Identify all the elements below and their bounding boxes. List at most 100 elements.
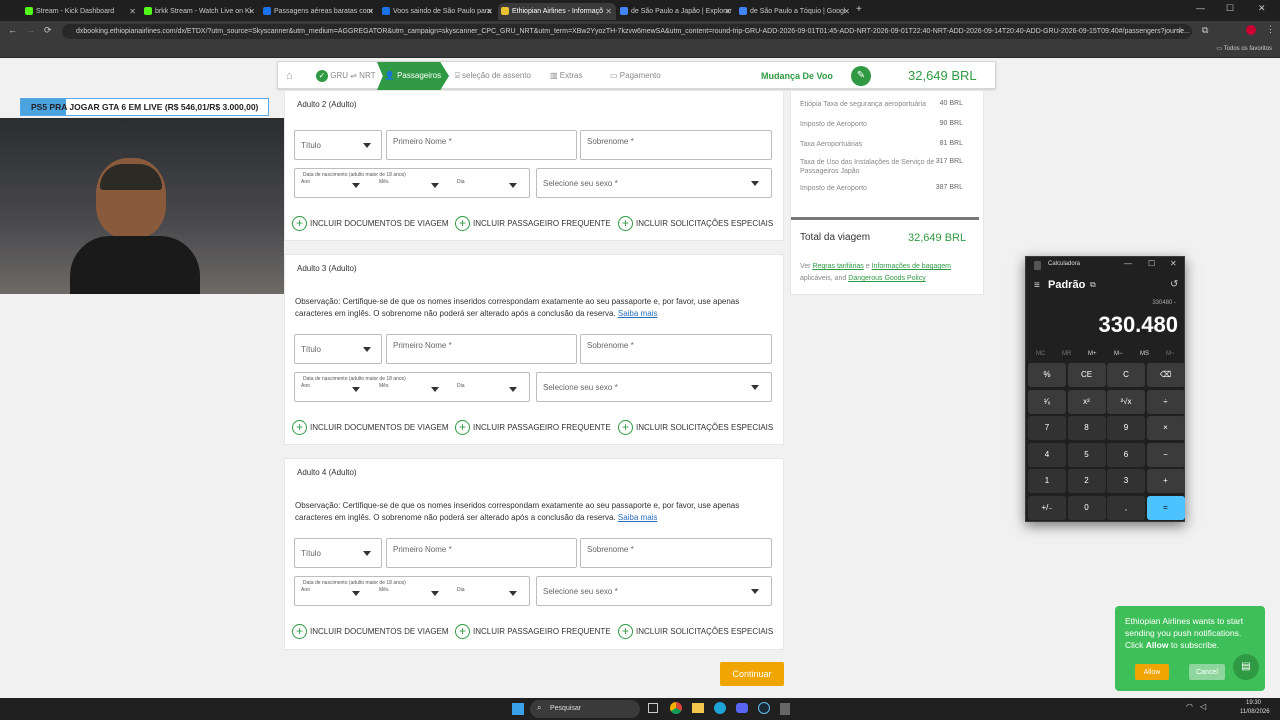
last-name-input[interactable]: Sobrenome * — [580, 538, 772, 568]
fare-rules-link[interactable]: Regras tarifárias — [812, 263, 863, 270]
memory-key[interactable]: MS — [1140, 351, 1149, 357]
add-travel-documents-link[interactable]: + INCLUIR DOCUMENTOS DE VIAGEM — [292, 420, 449, 436]
calculator-key[interactable]: ²√x — [1107, 389, 1145, 414]
tab-close-icon[interactable]: ✕ — [605, 3, 612, 20]
tab-close-icon[interactable]: ✕ — [843, 3, 850, 20]
tab-close-icon[interactable]: ✕ — [248, 3, 255, 20]
title-select[interactable]: Título — [294, 334, 382, 364]
calculator-key[interactable]: 9 — [1107, 416, 1145, 440]
steam-icon[interactable] — [758, 702, 770, 714]
calculator-key[interactable]: 6 — [1107, 442, 1145, 467]
last-name-input[interactable]: Sobrenome * — [580, 334, 772, 364]
url-input[interactable]: dxbooking.ethiopianairlines.com/dx/ETDX/… — [62, 24, 1192, 39]
browser-tab[interactable]: Passagens aéreas baratas com ✕ — [260, 3, 378, 20]
calc-close-icon[interactable]: ✕ — [1170, 259, 1177, 268]
year-select[interactable]: Ano — [301, 179, 310, 185]
first-name-input[interactable]: Primeiro Nome * — [386, 334, 577, 364]
minimize-window-icon[interactable]: — — [1196, 3, 1205, 13]
new-tab-button[interactable]: + — [856, 4, 862, 15]
month-select[interactable]: Mês — [379, 179, 388, 185]
calculator-key[interactable]: − — [1146, 442, 1185, 467]
browser-tab[interactable]: brkk Stream - Watch Live on Ki ✕ — [141, 3, 259, 20]
discord-icon[interactable] — [736, 703, 748, 713]
browser-menu-icon[interactable]: ⋮ — [1266, 24, 1275, 35]
calculator-key[interactable]: 4 — [1028, 442, 1066, 467]
learn-more-link[interactable]: Saiba mais — [618, 309, 658, 318]
add-travel-documents-link[interactable]: + INCLUIR DOCUMENTOS DE VIAGEM — [292, 624, 449, 640]
extensions-icon[interactable]: ⧉ — [1202, 25, 1208, 36]
add-special-requests-link[interactable]: + INCLUIR SOLICITAÇÕES ESPECIAIS — [618, 216, 773, 232]
calculator-key[interactable]: ÷ — [1146, 389, 1185, 414]
calculator-key[interactable]: ¹⁄ₓ — [1028, 389, 1066, 414]
chrome-icon[interactable] — [670, 702, 682, 714]
file-explorer-icon[interactable] — [692, 703, 704, 713]
calculator-key[interactable]: ⌫ — [1146, 363, 1185, 387]
calculator-key[interactable]: C — [1107, 363, 1145, 387]
tab-close-icon[interactable]: ✕ — [724, 3, 731, 20]
back-icon[interactable]: ← — [8, 25, 17, 35]
calc-maximize-icon[interactable]: ☐ — [1148, 259, 1155, 268]
tab-close-icon[interactable]: ✕ — [367, 3, 374, 20]
step-passengers[interactable]: 👤 Passageiros — [377, 62, 449, 90]
calculator-taskbar-icon[interactable] — [780, 703, 790, 715]
year-select[interactable]: Ano — [301, 587, 310, 593]
memory-key[interactable]: M~ — [1166, 351, 1175, 357]
close-window-icon[interactable]: ✕ — [1258, 3, 1266, 14]
day-select[interactable]: Dia — [457, 383, 465, 389]
step-seat[interactable]: ⌸ seleção de assento — [455, 62, 531, 90]
calculator-key[interactable]: 0 — [1067, 495, 1106, 520]
chat-bubble-icon[interactable]: ▤ — [1233, 654, 1259, 680]
edge-icon[interactable] — [714, 702, 726, 714]
memory-key[interactable]: M+ — [1088, 351, 1097, 357]
tab-close-icon[interactable]: ✕ — [486, 3, 493, 20]
calculator-key[interactable]: CE — [1067, 363, 1106, 387]
calculator-key[interactable]: = — [1146, 495, 1185, 520]
memory-key[interactable]: MR — [1062, 351, 1071, 357]
home-icon[interactable]: ⌂ — [286, 62, 293, 90]
baggage-info-link[interactable]: Informações de bagagem — [872, 263, 951, 270]
allow-button[interactable]: Allow — [1135, 664, 1169, 680]
step-route[interactable]: ✓ GRU ⇌ NRT — [316, 62, 375, 90]
start-icon[interactable] — [512, 703, 524, 715]
hamburger-menu-icon[interactable]: ≡ — [1034, 280, 1040, 291]
continue-button[interactable]: Continuar — [720, 662, 784, 686]
browser-tab[interactable]: de São Paulo a Japão | Explorar ✕ — [617, 3, 735, 20]
learn-more-link[interactable]: Saiba mais — [618, 513, 658, 522]
tab-close-icon[interactable]: ✕ — [129, 3, 136, 20]
calculator-key[interactable]: 5 — [1067, 442, 1106, 467]
calculator-key[interactable]: × — [1146, 416, 1185, 440]
gender-select[interactable]: Selecione seu sexo * — [536, 372, 772, 402]
gender-select[interactable]: Selecione seu sexo * — [536, 168, 772, 198]
day-select[interactable]: Dia — [457, 587, 465, 593]
memory-key[interactable]: MC — [1036, 351, 1045, 357]
calculator-key[interactable]: + — [1146, 469, 1185, 493]
add-special-requests-link[interactable]: + INCLUIR SOLICITAÇÕES ESPECIAIS — [618, 624, 773, 640]
all-bookmarks-link[interactable]: ▭ Todos os favoritos — [1216, 45, 1272, 52]
taskbar-search[interactable]: ⌕ Pesquisar — [530, 700, 640, 718]
title-select[interactable]: Título — [294, 130, 382, 160]
day-select[interactable]: Dia — [457, 179, 465, 185]
memory-key[interactable]: M− — [1114, 351, 1123, 357]
add-frequent-flyer-link[interactable]: + INCLUIR PASSAGEIRO FREQUENTE — [455, 216, 611, 232]
calculator-key[interactable]: 7 — [1028, 416, 1066, 440]
maximize-window-icon[interactable]: ☐ — [1226, 3, 1234, 14]
step-extras[interactable]: ▥ Extras — [550, 62, 582, 90]
last-name-input[interactable]: Sobrenome * — [580, 130, 772, 160]
bookmark-star-icon[interactable]: ☆ — [1176, 25, 1184, 36]
gender-select[interactable]: Selecione seu sexo * — [536, 576, 772, 606]
month-select[interactable]: Mês — [379, 587, 388, 593]
calculator-key[interactable]: 1 — [1028, 469, 1066, 493]
browser-tab[interactable]: Ethiopian Airlines - Informaçõ ✕ — [498, 3, 616, 20]
add-frequent-flyer-link[interactable]: + INCLUIR PASSAGEIRO FREQUENTE — [455, 420, 611, 436]
calculator-key[interactable]: 8 — [1067, 416, 1106, 440]
browser-tab[interactable]: Voos saindo de São Paulo para ✕ — [379, 3, 497, 20]
dangerous-goods-link[interactable]: Dangerous Goods Policy — [848, 275, 925, 282]
volume-icon[interactable]: ◁ — [1200, 702, 1206, 711]
cancel-button[interactable]: Cancel — [1189, 664, 1225, 680]
calculator-key[interactable]: 3 — [1107, 469, 1145, 493]
edit-pencil-icon[interactable]: ✎ — [851, 66, 871, 86]
keep-on-top-icon[interactable]: ⧉ — [1090, 280, 1096, 290]
calculator-key[interactable]: x² — [1067, 389, 1106, 414]
calculator-key[interactable]: % — [1028, 363, 1066, 387]
reload-icon[interactable]: ⟳ — [44, 25, 52, 36]
